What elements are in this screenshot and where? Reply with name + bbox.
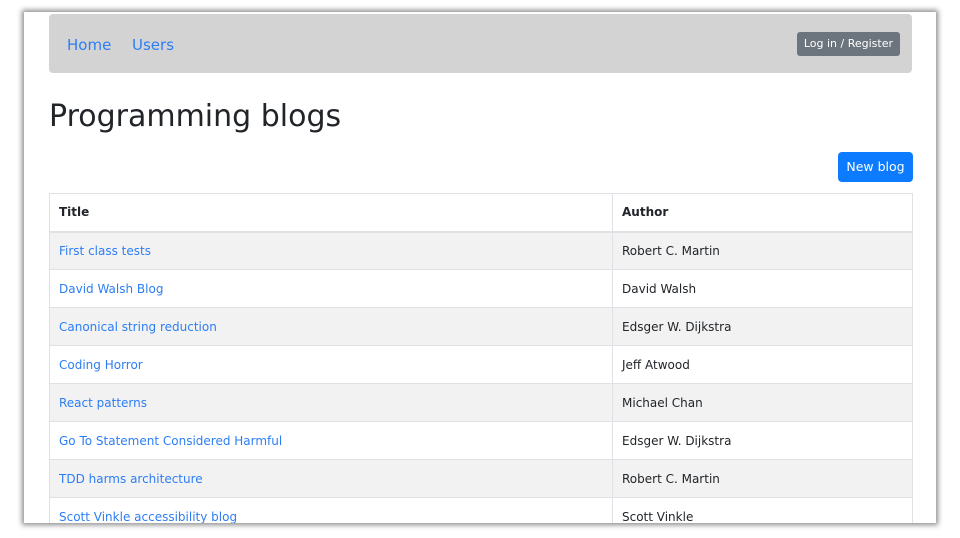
blog-author-cell: Scott Vinkle xyxy=(612,497,913,523)
blog-link[interactable]: TDD harms architecture xyxy=(59,472,203,486)
table-header-row: Title Author xyxy=(49,193,913,233)
blog-author-cell: Michael Chan xyxy=(612,383,913,422)
blog-title-cell: First class tests xyxy=(49,231,613,270)
blog-link[interactable]: React patterns xyxy=(59,396,147,410)
table-row: React patterns Michael Chan xyxy=(49,383,913,422)
browser-window: Home Users Log in / Register Programming… xyxy=(24,12,936,523)
blog-title-cell: TDD harms architecture xyxy=(49,459,613,498)
blog-author-cell: Edsger W. Dijkstra xyxy=(612,421,913,460)
nav-link-home[interactable]: Home xyxy=(67,36,111,54)
blog-link[interactable]: Canonical string reduction xyxy=(59,320,217,334)
table-row: Go To Statement Considered Harmful Edsge… xyxy=(49,421,913,460)
column-header-title: Title xyxy=(49,193,613,233)
blog-link[interactable]: Coding Horror xyxy=(59,358,143,372)
blog-title-cell: Scott Vinkle accessibility blog xyxy=(49,497,613,524)
blog-author-cell: Jeff Atwood xyxy=(612,345,913,384)
blog-link[interactable]: Go To Statement Considered Harmful xyxy=(59,434,282,448)
table-row: First class tests Robert C. Martin xyxy=(49,231,913,270)
table-row: David Walsh Blog David Walsh xyxy=(49,269,913,308)
blog-author-cell: David Walsh xyxy=(612,269,913,308)
blog-table: Title Author First class tests Robert C.… xyxy=(49,193,913,523)
table-row: Canonical string reduction Edsger W. Dij… xyxy=(49,307,913,346)
blog-author-cell: Robert C. Martin xyxy=(612,231,913,270)
column-header-author: Author xyxy=(612,193,913,233)
table-row: TDD harms architecture Robert C. Martin xyxy=(49,459,913,498)
blog-title-cell: Go To Statement Considered Harmful xyxy=(49,421,613,460)
blog-author-cell: Edsger W. Dijkstra xyxy=(612,307,913,346)
blog-title-cell: Canonical string reduction xyxy=(49,307,613,346)
table-row: Scott Vinkle accessibility blog Scott Vi… xyxy=(49,497,913,524)
navbar: Home Users Log in / Register xyxy=(49,14,912,73)
blog-title-cell: React patterns xyxy=(49,383,613,422)
login-register-button[interactable]: Log in / Register xyxy=(796,32,900,56)
blog-title-cell: David Walsh Blog xyxy=(49,269,613,308)
page-title: Programming blogs xyxy=(49,99,342,134)
table-row: Coding Horror Jeff Atwood xyxy=(49,345,913,384)
new-blog-button[interactable]: New blog xyxy=(838,152,913,182)
blog-author-cell: Robert C. Martin xyxy=(612,459,913,498)
blog-link[interactable]: First class tests xyxy=(59,244,151,258)
blog-link[interactable]: Scott Vinkle accessibility blog xyxy=(59,510,237,524)
blog-title-cell: Coding Horror xyxy=(49,345,613,384)
blog-link[interactable]: David Walsh Blog xyxy=(59,282,163,296)
nav-link-users[interactable]: Users xyxy=(132,36,174,54)
